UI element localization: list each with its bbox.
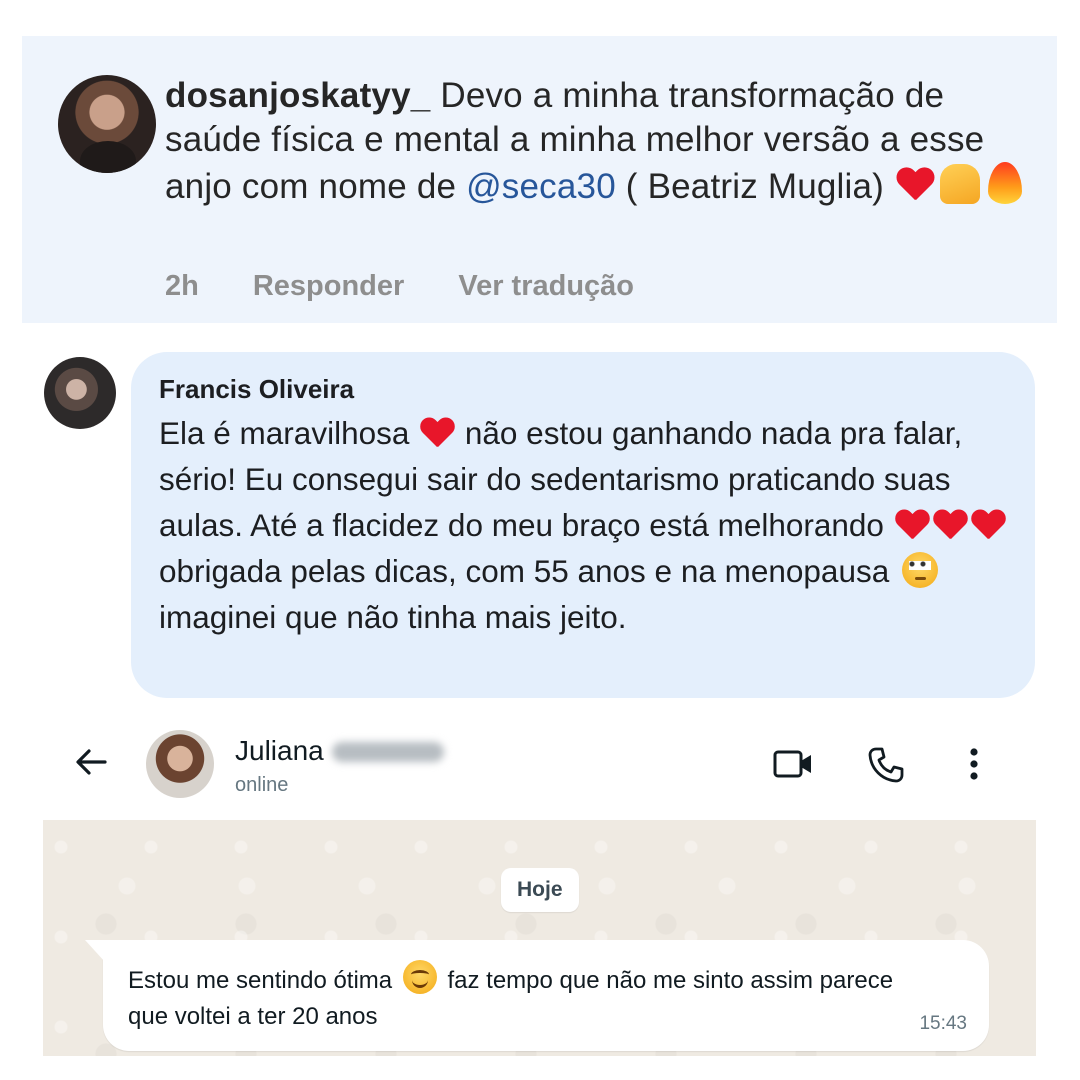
message-text: Estou me sentindo ótima faz tempo que nã… [128, 960, 928, 1035]
chat-header: Juliana online [43, 710, 1036, 820]
comment-body-part: Ela é maravilhosa [159, 415, 419, 451]
commenter-avatar[interactable] [58, 75, 156, 173]
back-arrow-icon[interactable] [73, 744, 109, 780]
facebook-comment-bubble: Francis Oliveira Ela é maravilhosa não e… [131, 352, 1035, 698]
heart-icon [896, 168, 934, 202]
comment-text: Ela é maravilhosa não estou ganhando nad… [159, 410, 1009, 640]
translate-button[interactable]: Ver tradução [458, 270, 634, 303]
reply-button[interactable]: Responder [253, 270, 404, 303]
comment-body-part: imaginei que não tinha mais jeito. [159, 599, 627, 635]
eye-roll-emoji-icon [902, 552, 938, 588]
more-vert-icon[interactable] [961, 746, 987, 784]
comment-body-part: obrigada pelas dicas, com 55 anos e na m… [159, 553, 898, 589]
comment-meta: 2h Responder Ver tradução [165, 270, 634, 303]
chat-area: Hoje Estou me sentindo ótima faz tempo q… [43, 820, 1036, 1056]
instagram-comment-panel: dosanjoskatyy_ Devo a minha transformaçã… [22, 36, 1057, 323]
comment-time: 2h [165, 270, 199, 302]
message-time: 15:43 [919, 1013, 967, 1034]
fire-icon [987, 162, 1022, 204]
heart-icon [420, 418, 454, 448]
contact-status: online [235, 774, 289, 796]
heart-icon [933, 510, 967, 540]
comment-text: dosanjoskatyy_ Devo a minha transformaçã… [165, 74, 1045, 209]
commenter-name[interactable]: Francis Oliveira [159, 374, 354, 405]
contact-name[interactable]: Juliana [235, 735, 444, 767]
day-separator: Hoje [501, 868, 579, 912]
mention-link[interactable]: @seca30 [466, 167, 616, 206]
heart-icon [971, 510, 1005, 540]
message-part: Estou me sentindo ótima [128, 967, 399, 994]
video-call-icon[interactable] [773, 746, 815, 782]
raised-hands-icon [939, 164, 980, 204]
incoming-message[interactable]: Estou me sentindo ótima faz tempo que nã… [85, 940, 989, 1051]
contact-first-name: Juliana [235, 735, 324, 766]
blurred-surname [331, 742, 444, 762]
comment-username[interactable]: dosanjoskatyy_ [165, 76, 430, 115]
smiling-emoji-icon [402, 960, 437, 994]
phone-icon[interactable] [867, 746, 905, 784]
heart-icon [895, 510, 929, 540]
contact-avatar[interactable] [146, 730, 214, 798]
commenter-avatar[interactable] [44, 357, 116, 429]
comment-body-part: ( Beatriz Muglia) [615, 167, 894, 206]
